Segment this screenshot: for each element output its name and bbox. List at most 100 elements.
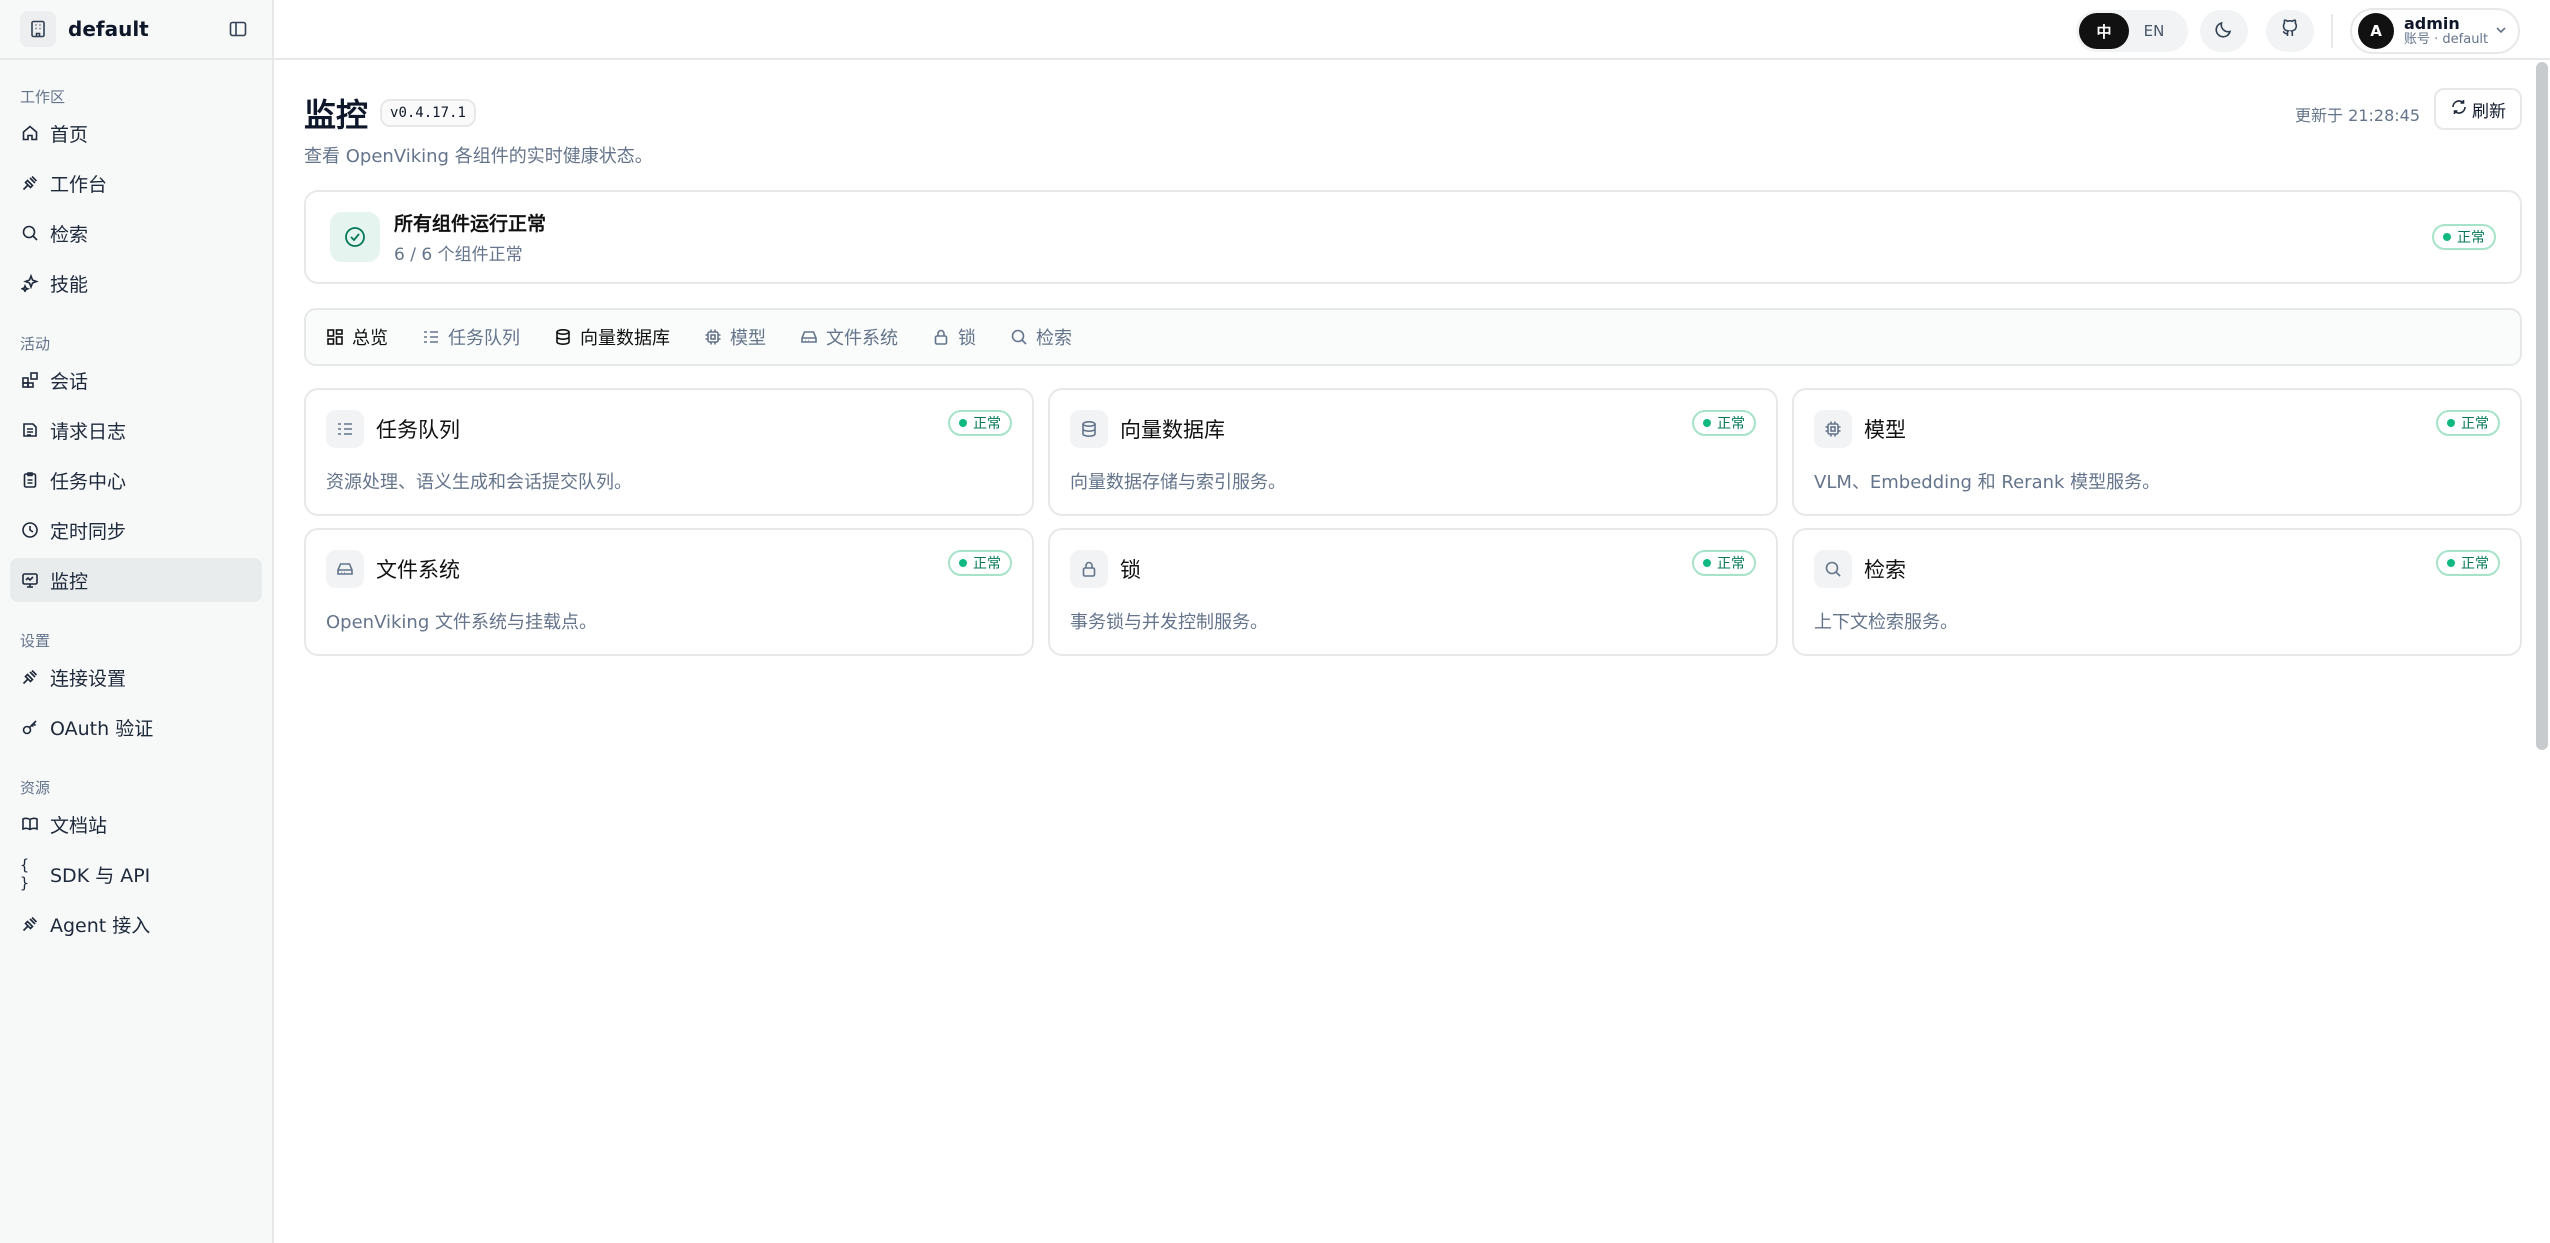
card-vector-db[interactable]: 向量数据库 正常 向量数据存储与索引服务。 (1048, 388, 1778, 516)
monitor-tabs: 总览 任务队列 向量数据库 模型 文件系统 锁 检索 (304, 308, 2522, 366)
sidebar-item-connection-settings[interactable]: 连接设置 (10, 655, 262, 699)
sidebar-item-scheduled-sync[interactable]: 定时同步 (10, 508, 262, 552)
user-menu[interactable]: A admin 账号 · default (2350, 8, 2520, 54)
sidebar-item-label: 首页 (50, 123, 89, 146)
lang-en-button[interactable]: EN (2129, 13, 2179, 49)
sidebar-toggle-icon[interactable] (224, 15, 252, 43)
sparkles-icon (20, 273, 40, 293)
page-subtitle: 查看 OpenViking 各组件的实时健康状态。 (304, 146, 653, 167)
sidebar-item-workbench[interactable]: 工作台 (10, 161, 262, 205)
refresh-icon (2450, 98, 2472, 121)
sidebar-item-home[interactable]: 首页 (10, 111, 262, 155)
group-label-settings: 设置 (20, 632, 51, 650)
card-description: OpenViking 文件系统与挂载点。 (326, 612, 597, 633)
braces-icon: { } (20, 856, 30, 892)
group-label-activity: 活动 (20, 335, 51, 353)
scrollbar[interactable] (2536, 62, 2548, 750)
hard-drive-icon (326, 550, 364, 588)
database-icon (556, 328, 570, 346)
sidebar-item-label: 定时同步 (50, 520, 127, 543)
sidebar-item-task-center[interactable]: 任务中心 (10, 458, 262, 502)
card-filesystem[interactable]: 文件系统 正常 OpenViking 文件系统与挂载点。 (304, 528, 1034, 656)
card-title: 向量数据库 (1120, 418, 1225, 442)
clock-icon (20, 520, 40, 540)
card-lock[interactable]: 锁 正常 事务锁与并发控制服务。 (1048, 528, 1778, 656)
tab-task-queue[interactable]: 任务队列 (422, 324, 520, 350)
topbar-divider (2331, 14, 2333, 48)
sidebar-item-agent[interactable]: Agent 接入 (10, 902, 262, 946)
check-circle-icon (330, 212, 380, 262)
tab-model[interactable]: 模型 (704, 324, 766, 350)
sidebar-item-label: 会话 (50, 370, 89, 393)
clipboard-icon (20, 470, 40, 490)
card-description: 资源处理、语义生成和会话提交队列。 (326, 472, 632, 493)
tab-overview[interactable]: 总览 (326, 324, 388, 350)
cpu-icon (1814, 410, 1852, 448)
page-title: 监控 (304, 96, 369, 134)
github-button[interactable] (2266, 10, 2314, 52)
card-search[interactable]: 检索 正常 上下文检索服务。 (1792, 528, 2522, 656)
building-icon (20, 11, 56, 47)
card-description: VLM、Embedding 和 Rerank 模型服务。 (1814, 472, 2161, 493)
status-badge: 正常 (948, 550, 1012, 576)
tab-filesystem[interactable]: 文件系统 (800, 324, 898, 350)
blocks-icon (20, 370, 40, 390)
health-summary-card: 所有组件运行正常 6 / 6 个组件正常 正常 (304, 190, 2522, 284)
sidebar-item-sessions[interactable]: 会话 (10, 358, 262, 402)
updated-time: 更新于 21:28:45 (2295, 106, 2420, 125)
status-badge: 正常 (2436, 410, 2500, 436)
sidebar-item-label: SDK 与 API (50, 864, 151, 887)
summary-count: 6 / 6 个组件正常 (394, 245, 523, 265)
card-description: 上下文检索服务。 (1814, 612, 1958, 633)
refresh-label: 刷新 (2472, 101, 2506, 122)
card-description: 事务锁与并发控制服务。 (1070, 612, 1268, 633)
lang-zh-button[interactable]: 中 (2079, 13, 2129, 49)
sidebar-item-sdk-api[interactable]: { } SDK 与 API (10, 852, 262, 896)
card-title: 任务队列 (376, 418, 460, 442)
sidebar-item-label: 任务中心 (50, 470, 127, 493)
lock-icon (934, 329, 948, 345)
key-icon (20, 717, 40, 737)
workspace-name[interactable]: default (68, 17, 149, 41)
status-badge: 正常 (2436, 550, 2500, 576)
language-switch[interactable]: 中 EN (2076, 10, 2188, 52)
home-icon (20, 123, 40, 143)
sidebar-item-docs[interactable]: 文档站 (10, 802, 262, 846)
sidebar-item-label: OAuth 验证 (50, 717, 154, 740)
grid-icon (327, 329, 343, 345)
search-icon (1814, 550, 1852, 588)
workspace-header: default (0, 0, 272, 60)
sidebar-item-label: 检索 (50, 223, 89, 246)
card-task-queue[interactable]: 任务队列 正常 资源处理、语义生成和会话提交队列。 (304, 388, 1034, 516)
refresh-button[interactable]: 刷新 (2434, 88, 2522, 130)
tab-vector-db[interactable]: 向量数据库 (554, 324, 670, 350)
search-icon (1011, 329, 1027, 345)
card-title: 文件系统 (376, 558, 460, 582)
tab-search[interactable]: 检索 (1010, 324, 1072, 350)
sidebar-item-request-log[interactable]: 请求日志 (10, 408, 262, 452)
card-title: 模型 (1864, 418, 1906, 442)
plug-icon (20, 914, 40, 934)
theme-toggle-button[interactable] (2200, 10, 2248, 52)
tab-lock[interactable]: 锁 (932, 324, 976, 350)
plug-icon (20, 667, 40, 687)
list-checks-icon (326, 410, 364, 448)
status-badge: 正常 (948, 410, 1012, 436)
user-name: admin (2404, 14, 2460, 34)
sidebar-item-monitor[interactable]: 监控 (10, 558, 262, 602)
moon-icon (2214, 19, 2234, 43)
sidebar-item-search[interactable]: 检索 (10, 211, 262, 255)
version-badge: v0.4.17.1 (380, 99, 476, 127)
github-icon (2280, 19, 2300, 43)
status-badge: 正常 (1692, 410, 1756, 436)
status-badge: 正常 (2432, 224, 2496, 250)
sidebar-item-skills[interactable]: 技能 (10, 261, 262, 305)
sidebar-item-oauth[interactable]: OAuth 验证 (10, 705, 262, 749)
sidebar-item-label: 工作台 (50, 173, 108, 196)
hard-drive-icon (801, 331, 817, 343)
card-description: 向量数据存储与索引服务。 (1070, 472, 1286, 493)
user-account: 账号 · default (2404, 31, 2489, 47)
sidebar-item-label: 文档站 (50, 814, 108, 837)
status-badge: 正常 (1692, 550, 1756, 576)
card-model[interactable]: 模型 正常 VLM、Embedding 和 Rerank 模型服务。 (1792, 388, 2522, 516)
